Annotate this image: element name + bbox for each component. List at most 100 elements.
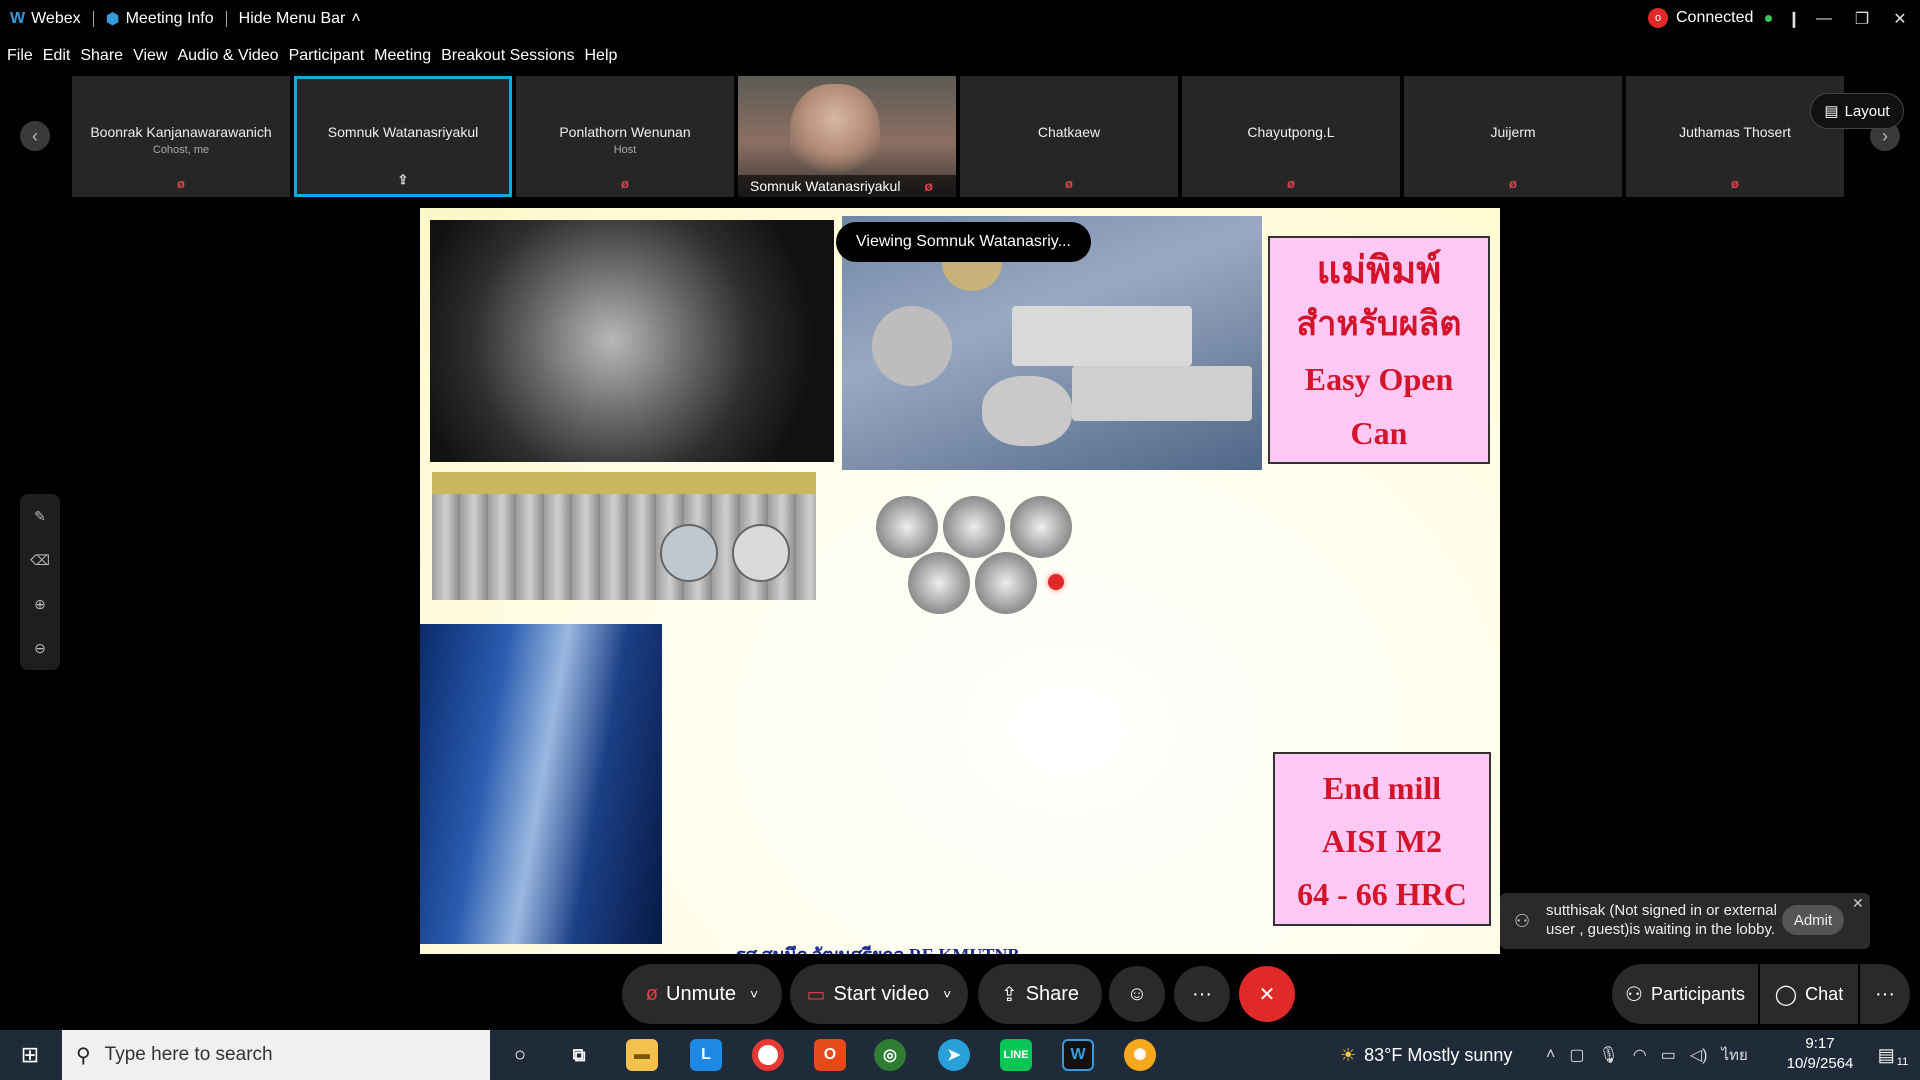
battery-icon[interactable]: ▭ [1661,1045,1676,1065]
person-icon: ⚇ [1625,983,1643,1006]
divider [225,11,227,27]
participant-strip: Boonrak Kanjanawarawanich Cohost, me ø S… [72,76,1848,197]
clock[interactable]: 9:17 10/9/2564 [1770,1034,1870,1074]
lobby-notification: ⚇ sutthisak (Not signed in or external u… [1500,893,1870,949]
notification-count: 11 [1896,1056,1909,1068]
connection-label: Connected [1676,9,1754,26]
hide-menu-label: Hide Menu Bar [238,10,346,27]
office-icon[interactable]: O [814,1039,846,1071]
close-icon: ✕ [1258,983,1276,1006]
slide-box-line: Can [1350,415,1408,451]
start-button[interactable]: ⊞ [0,1030,60,1080]
die-part [872,306,952,386]
meeting-info-button[interactable]: ⬢ Meeting Info [106,9,214,29]
slide-spec-box: End mill AISI M2 64 - 66 HRC [1273,752,1491,926]
more-options-button[interactable]: ··· [1174,966,1230,1022]
chat-button[interactable]: ◯ Chat [1760,964,1858,1024]
line-icon[interactable]: LINE [1000,1039,1032,1071]
participant-tile[interactable]: Boonrak Kanjanawarawanich Cohost, me ø [72,76,290,197]
system-tray: ˄ ▢ 🎙︎ ◠ ▭ ◁) ไทย [1546,1030,1748,1080]
menu-file[interactable]: File [7,47,33,65]
close-icon[interactable]: ✕ [1880,0,1920,38]
participant-tile[interactable]: Chatkaew ø [960,76,1178,197]
laser-pointer-icon [1048,574,1064,590]
share-button[interactable]: ⇪ Share [978,964,1102,1024]
more-panels-button[interactable]: ··· [1860,964,1910,1024]
chevron-up-icon[interactable]: ˄ [1546,1046,1555,1064]
telegram-icon[interactable]: ➤ [938,1039,970,1071]
can-lids-strip-photo [432,472,816,600]
webex-taskbar-icon[interactable]: W [1062,1039,1094,1071]
participant-tile[interactable]: Ponlathorn Wenunan Host ø [516,76,734,197]
menu-help[interactable]: Help [585,47,618,65]
weather-widget[interactable]: ☀ 83°F Mostly sunny [1340,1030,1512,1080]
record-icon: o [1648,8,1668,28]
chrome-icon[interactable] [752,1039,784,1071]
microphone-icon[interactable]: 🎙︎ [1598,1045,1618,1065]
menu-meeting[interactable]: Meeting [374,47,431,65]
menu-participant[interactable]: Participant [289,47,365,65]
unmute-button[interactable]: ø Unmute ˅ [622,964,782,1024]
can-lid [876,496,938,558]
task-view-icon[interactable]: ⧉ [563,1039,595,1071]
wifi-icon[interactable]: ◠ [1633,1045,1647,1065]
leave-meeting-button[interactable]: ✕ [1239,966,1295,1022]
device-icon[interactable]: ▢ [1569,1045,1584,1065]
file-explorer-icon[interactable]: ▬ [626,1039,658,1071]
participant-tile[interactable]: Juthamas Thosert ø [1626,76,1844,197]
reactions-button[interactable]: ☺ [1109,966,1165,1022]
chevron-down-icon[interactable]: ˅ [750,986,758,1002]
start-video-button[interactable]: ▭ Start video ˅ [790,964,968,1024]
participant-tile-video[interactable]: Somnuk Watanasriyakul ø [738,76,956,197]
layout-button[interactable]: ▤ Layout [1810,93,1904,129]
menu-edit[interactable]: Edit [43,47,71,65]
menu-share[interactable]: Share [80,47,123,65]
hide-menu-bar-button[interactable]: Hide Menu Bar ˄ [239,10,361,28]
sun-icon: ☀ [1340,1044,1357,1065]
chevron-down-icon[interactable]: ˅ [943,986,951,1002]
taskbar-search[interactable]: ⚲ Type here to search [62,1030,490,1080]
zoom-out-icon[interactable]: ⊖ [34,640,46,657]
notification-center-button[interactable]: ▤ 11 [1866,1030,1920,1080]
restore-icon[interactable]: ❐ [1842,0,1882,38]
die-block [1012,306,1192,366]
viewing-badge: Viewing Somnuk Watanasriy... [836,222,1091,262]
minimize-icon[interactable]: — [1804,0,1844,38]
participants-button[interactable]: ⚇ Participants [1612,964,1758,1024]
participant-tile[interactable]: Chayutpong.L ø [1182,76,1400,197]
zoom-in-icon[interactable]: ⊕ [34,596,46,613]
app-l-icon[interactable]: L [690,1039,722,1071]
volume-icon[interactable]: ◁) [1690,1045,1708,1065]
participant-name: Chatkaew [1037,124,1101,140]
can-lid [1010,496,1072,558]
strip-prev-button[interactable]: ‹ [20,121,50,151]
participant-tile-active[interactable]: Somnuk Watanasriyakul ⇪ [294,76,512,197]
slide-title-box: แม่พิมพ์ สำหรับผลิต Easy Open Can [1268,236,1490,464]
video-off-icon: ▭ [806,983,826,1006]
admit-button[interactable]: Admit [1782,905,1844,935]
participant-name: Ponlathorn Wenunan [559,124,691,140]
mic-muted-icon: ø [924,178,933,194]
status-dot-icon [1765,14,1773,22]
menu-audio-video[interactable]: Audio & Video [177,47,278,65]
menu-view[interactable]: View [133,47,167,65]
unmute-label: Unmute [666,982,737,1005]
slide-box-line: End mill [1322,770,1442,806]
start-video-label: Start video [833,982,930,1005]
pen-icon[interactable]: ✎ [34,508,46,525]
slide-box-line: AISI M2 [1321,823,1442,859]
windows-logo-icon: ⊞ [20,1042,40,1067]
globe-app-icon[interactable]: ◎ [874,1039,906,1071]
connection-status[interactable]: o Connected [1648,8,1773,28]
cortana-icon[interactable]: ○ [504,1039,536,1071]
language-indicator[interactable]: ไทย [1722,1043,1748,1067]
app-gear-icon[interactable]: ✺ [1124,1039,1156,1071]
participant-tile[interactable]: Juijerm ø [1404,76,1622,197]
eraser-icon[interactable]: ⌫ [30,552,50,569]
divider [92,11,94,27]
can-lid [908,552,970,614]
menu-breakout-sessions[interactable]: Breakout Sessions [441,47,574,65]
sharing-icon: ⇪ [397,172,409,187]
close-icon[interactable]: ✕ [1852,895,1864,912]
die-block [1072,366,1252,421]
